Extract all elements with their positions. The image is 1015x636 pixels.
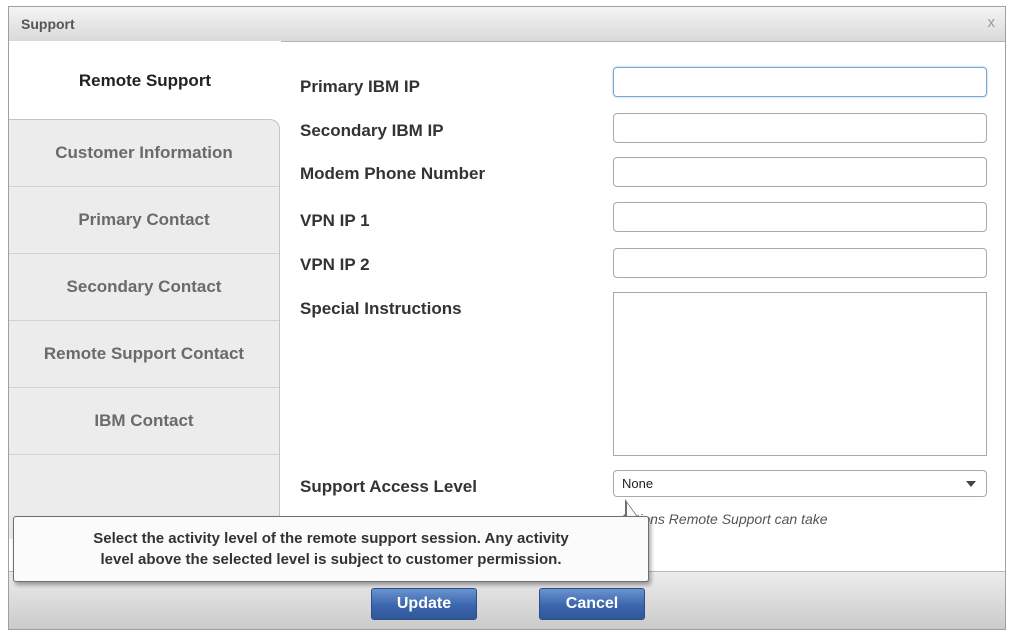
tooltip-arrow-fill (627, 503, 637, 517)
special-instructions-label: Special Instructions (300, 299, 462, 318)
close-icon[interactable]: x (988, 14, 996, 31)
support-access-level-hint: Actions Remote Support can take (619, 511, 828, 527)
vpn-ip-2-input[interactable] (613, 248, 987, 278)
tab-ibm-contact[interactable]: IBM Contact (9, 388, 279, 455)
tab-secondary-contact[interactable]: Secondary Contact (9, 254, 279, 321)
tab-primary-contact[interactable]: Primary Contact (9, 187, 279, 254)
dialog-title: Support (21, 16, 75, 32)
support-access-level-select[interactable]: None (613, 470, 987, 497)
support-dialog: Support x Remote Support Customer Inform… (8, 6, 1006, 630)
help-tooltip: Select the activity level of the remote … (13, 516, 649, 582)
support-access-level-label: Support Access Level (300, 477, 477, 496)
tab-customer-information[interactable]: Customer Information (9, 120, 279, 187)
chevron-down-icon[interactable] (966, 481, 976, 487)
tooltip-text-line-2: level above the selected level is subjec… (100, 551, 562, 568)
secondary-ibm-ip-label: Secondary IBM IP (300, 121, 444, 140)
support-access-level-value: None (622, 476, 654, 491)
modem-phone-number-label: Modem Phone Number (300, 164, 486, 183)
dialog-titlebar: Support x (9, 7, 1005, 42)
vpn-ip-1-label: VPN IP 1 (300, 211, 370, 230)
cancel-button[interactable]: Cancel (539, 588, 645, 620)
vpn-ip-1-input[interactable] (613, 202, 987, 232)
tab-list: Customer Information Primary Contact Sec… (9, 119, 280, 539)
tooltip-text-line-1: Select the activity level of the remote … (93, 530, 569, 547)
modem-phone-number-input[interactable] (613, 157, 987, 187)
special-instructions-textarea[interactable] (613, 292, 987, 456)
tab-remote-support[interactable]: Remote Support (9, 41, 281, 121)
tab-remote-support-contact[interactable]: Remote Support Contact (9, 321, 279, 388)
vpn-ip-2-label: VPN IP 2 (300, 255, 370, 274)
primary-ibm-ip-input[interactable] (613, 67, 987, 97)
secondary-ibm-ip-input[interactable] (613, 113, 987, 143)
primary-ibm-ip-label: Primary IBM IP (300, 77, 420, 96)
update-button[interactable]: Update (371, 588, 477, 620)
